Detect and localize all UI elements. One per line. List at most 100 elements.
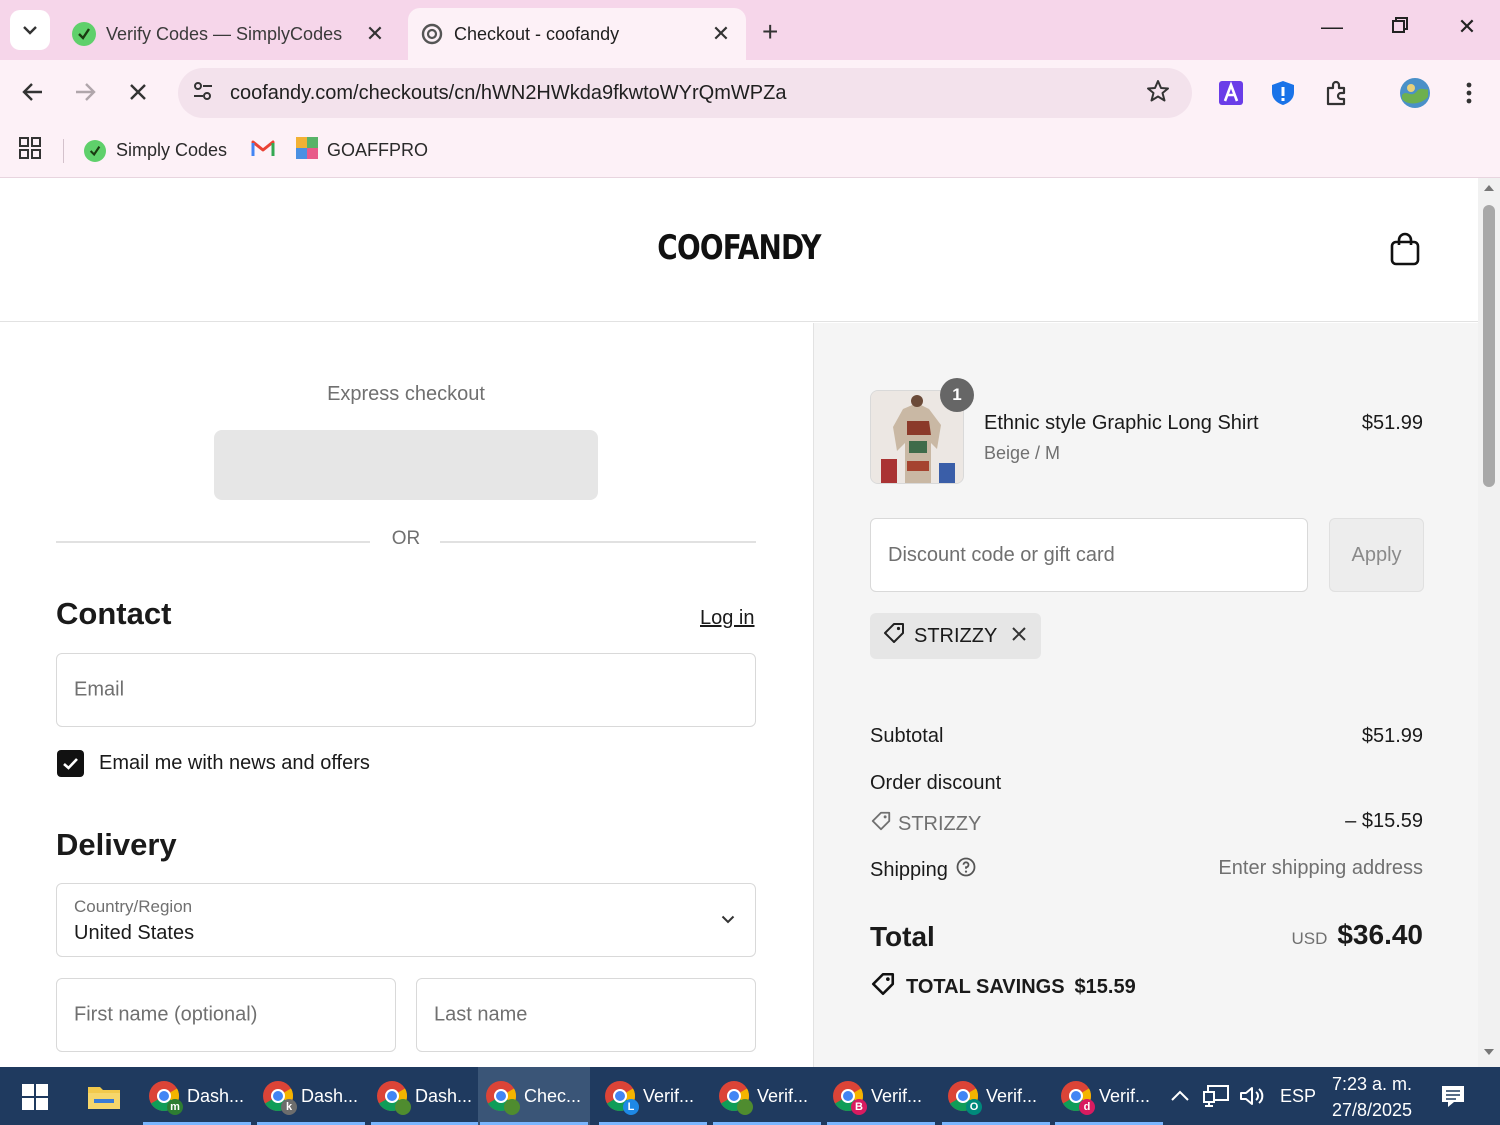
goaffpro-icon (295, 136, 319, 165)
file-explorer-icon[interactable] (86, 1081, 122, 1116)
bookmark-simply-codes[interactable]: Simply Codes (84, 139, 227, 162)
forward-icon[interactable] (67, 74, 103, 110)
bookmark-label: GOAFFPRO (327, 140, 429, 160)
extensions-puzzle-icon[interactable] (1322, 78, 1352, 108)
bookmark-star-icon[interactable] (1146, 79, 1170, 108)
new-tab-icon[interactable]: + (762, 16, 778, 48)
tab-verify-codes[interactable]: Verify Codes — SimplyCodes ✕ (60, 8, 400, 60)
help-circle-icon[interactable] (956, 857, 976, 883)
product-variant: Beige / M (984, 443, 1061, 463)
discount-code-input[interactable]: Discount code or gift card (870, 518, 1308, 592)
chrome-icon (375, 1079, 411, 1115)
network-icon[interactable] (1202, 1067, 1230, 1125)
bookmark-goaffpro[interactable]: GOAFFPRO (295, 136, 428, 165)
savings-value: $15.59 (1074, 975, 1136, 998)
currency-code: USD (1291, 929, 1328, 948)
taskbar-item-label: Dash... (415, 1085, 473, 1106)
discount-value: – $15.59 (1345, 810, 1423, 832)
newsletter-label[interactable]: Email me with news and offers (99, 752, 370, 775)
taskbar-chrome-window[interactable]: Chec... (478, 1067, 590, 1125)
taskbar-item-label: Verif... (757, 1085, 809, 1106)
last-name-placeholder: Last name (434, 1003, 528, 1026)
close-tab-icon[interactable]: ✕ (706, 21, 736, 47)
site-settings-icon[interactable] (192, 81, 218, 106)
taskbar-chrome-window[interactable]: k Dash... (255, 1067, 367, 1125)
show-hidden-icons[interactable] (1170, 1067, 1190, 1125)
input-language[interactable]: ESP (1280, 1067, 1316, 1125)
apps-grid-icon[interactable] (19, 137, 41, 164)
order-discount-label: Order discount (870, 772, 1002, 794)
apply-discount-button[interactable]: Apply (1329, 518, 1424, 592)
taskbar-item-label: Verif... (1099, 1085, 1151, 1106)
minimize-icon[interactable]: — (1312, 14, 1352, 40)
page-scrollbar[interactable] (1478, 178, 1500, 1067)
discount-code-row: STRIZZY (870, 810, 981, 838)
profile-badge: k (281, 1099, 297, 1115)
close-window-icon[interactable]: ✕ (1447, 14, 1487, 40)
subtotal-value: $51.99 (1361, 725, 1423, 747)
address-bar[interactable]: coofandy.com/checkouts/cn/hWN2HWkda9fkwt… (178, 68, 1192, 118)
first-name-field[interactable]: First name (optional) (56, 978, 396, 1052)
chrome-icon: k (261, 1079, 297, 1115)
chrome-icon: L (603, 1079, 639, 1115)
simplycodes-icon (84, 139, 106, 162)
clock-time: 7:23 a. m. (1331, 1074, 1413, 1094)
email-field[interactable]: Email (56, 653, 756, 727)
remove-discount-icon[interactable] (1011, 625, 1027, 648)
first-name-placeholder: First name (optional) (74, 1003, 258, 1026)
tag-icon (870, 971, 896, 1003)
tab-strip: Verify Codes — SimplyCodes ✕ Checkout - … (0, 0, 1500, 60)
taskbar-item-label: Verif... (643, 1085, 695, 1106)
url-text: coofandy.com/checkouts/cn/hWN2HWkda9fkwt… (230, 81, 787, 104)
newsletter-checkbox[interactable] (57, 750, 84, 777)
savings-label: TOTAL SAVINGS (906, 975, 1065, 998)
taskbar-chrome-window[interactable]: O Verif... (940, 1067, 1052, 1125)
applied-code-label: STRIZZY (914, 624, 998, 647)
cart-bag-icon[interactable] (1390, 232, 1420, 271)
scrollbar-thumb[interactable] (1483, 205, 1495, 487)
taskbar-chrome-window[interactable]: B Verif... (825, 1067, 937, 1125)
applied-discount-chip: STRIZZY (870, 613, 1042, 659)
tab-checkout[interactable]: Checkout - coofandy ✕ (408, 8, 746, 60)
extension-a-icon[interactable] (1216, 78, 1246, 108)
or-label: OR (391, 528, 421, 549)
delivery-heading: Delivery (56, 827, 177, 862)
log-in-link[interactable]: Log in (700, 607, 755, 630)
country-select[interactable]: Country/Region United States (56, 883, 756, 957)
tab-search-button[interactable] (10, 10, 50, 50)
taskbar-chrome-window[interactable]: Verif... (711, 1067, 823, 1125)
tag-icon (882, 621, 906, 651)
stop-loading-icon[interactable] (120, 74, 156, 110)
restore-icon[interactable] (1380, 14, 1420, 40)
taskbar-chrome-window[interactable]: d Verif... (1053, 1067, 1165, 1125)
coofandy-favicon-icon (420, 22, 444, 46)
express-checkout-button[interactable] (214, 430, 598, 500)
browser-menu-icon[interactable] (1454, 78, 1484, 108)
notifications-icon[interactable] (1440, 1083, 1466, 1114)
bookmark-gmail[interactable] (251, 139, 275, 162)
close-tab-icon[interactable]: ✕ (360, 21, 390, 47)
scroll-down-icon (1484, 1049, 1494, 1055)
quantity-badge: 1 (940, 378, 974, 412)
total-amount: USD $36.40 (1291, 919, 1423, 951)
profile-badge (737, 1099, 753, 1115)
taskbar-chrome-window[interactable]: L Verif... (597, 1067, 709, 1125)
taskbar-item-label: Verif... (986, 1085, 1038, 1106)
profile-avatar[interactable] (1398, 76, 1432, 110)
store-logo[interactable]: COOFANDY (133, 228, 1345, 268)
country-label: Country/Region (74, 897, 193, 916)
taskbar-chrome-window[interactable]: m Dash... (141, 1067, 253, 1125)
taskbar-chrome-window[interactable]: Dash... (369, 1067, 481, 1125)
system-clock[interactable]: 7:23 a. m. 27/8/2025 (1322, 1071, 1422, 1123)
gmail-icon (251, 139, 275, 162)
chrome-icon: d (1059, 1079, 1095, 1115)
volume-icon[interactable] (1238, 1067, 1266, 1125)
last-name-field[interactable]: Last name (416, 978, 756, 1052)
windows-start-icon[interactable] (22, 1084, 48, 1115)
back-icon[interactable] (15, 74, 51, 110)
extension-shield-icon[interactable] (1268, 78, 1298, 108)
checkout-page: COOFANDY Express checkout OR Contact Log… (0, 178, 1478, 1067)
simplycodes-favicon-icon (72, 22, 96, 46)
profile-badge: d (1079, 1099, 1095, 1115)
total-label: Total (870, 921, 935, 952)
